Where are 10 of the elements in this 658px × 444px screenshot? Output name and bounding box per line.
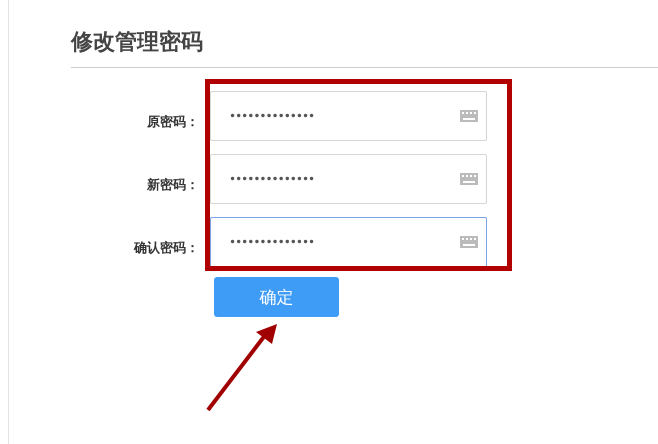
password-field[interactable]: •••••••••••••• <box>210 217 487 267</box>
password-field[interactable]: •••••••••••••• <box>210 154 487 204</box>
password-field[interactable]: •••••••••••••• <box>210 91 487 141</box>
field-label: 原密码： <box>146 114 199 131</box>
keyboard-icon[interactable] <box>460 236 478 248</box>
keyboard-icon[interactable] <box>460 173 478 185</box>
page-title: 修改管理密码 <box>70 28 204 57</box>
field-label: 确认密码： <box>132 240 199 257</box>
keyboard-icon[interactable] <box>460 110 478 122</box>
field-label: 新密码： <box>146 176 199 194</box>
